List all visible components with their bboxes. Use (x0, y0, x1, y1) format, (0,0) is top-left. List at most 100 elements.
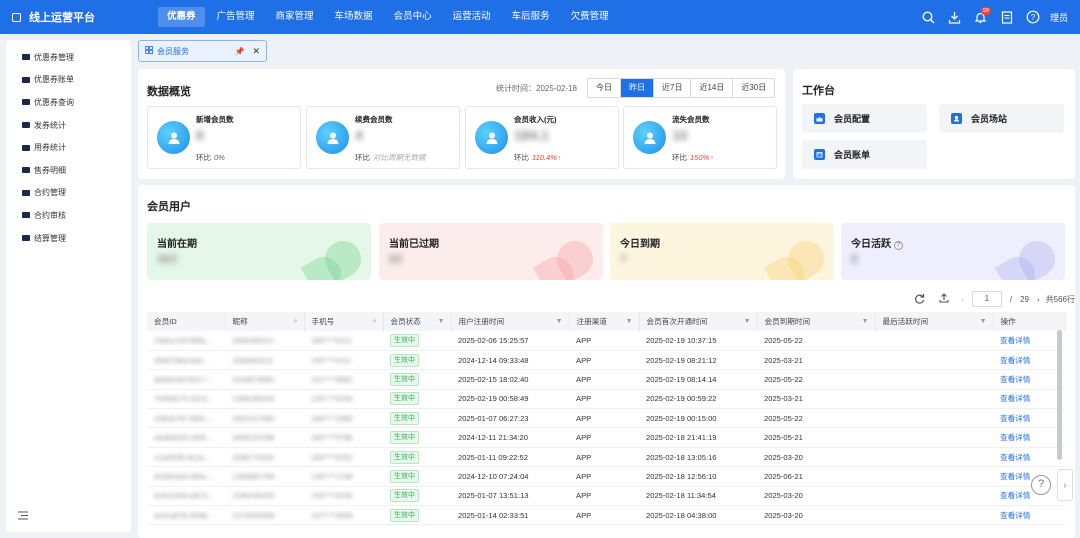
view-detail-link[interactable]: 查看详情 (993, 486, 1065, 507)
table-cell (875, 350, 993, 371)
pin-icon[interactable]: 📌 (234, 47, 244, 56)
table-cell: 2025-02-19 08:14:14 (639, 369, 757, 390)
search-icon[interactable]: ⌕ (294, 318, 298, 326)
page-separator: / (1009, 294, 1013, 304)
filter-icon[interactable]: ▼ (980, 318, 987, 325)
table-cell: 2024-12-11 21:34:20 (451, 427, 569, 448)
summary-card-active: 当前在期 483 (147, 223, 371, 280)
sidebar-item-issue-stats[interactable]: 发券统计 (6, 114, 131, 137)
nav-item-arrears[interactable]: 欠费管理 (562, 7, 618, 27)
help-icon[interactable]: ? (1022, 6, 1044, 28)
search-icon[interactable] (918, 6, 940, 28)
range-30d[interactable]: 近30日 (732, 79, 775, 97)
member-avatar-icon (316, 121, 349, 154)
view-detail-link[interactable]: 查看详情 (993, 466, 1065, 487)
sidebar-item-usage-stats[interactable]: 用券统计 (6, 136, 131, 159)
table-cell: 2025-01-11 09:22:52 (451, 447, 569, 468)
col-nickname[interactable]: 昵称 ⌕ (225, 312, 305, 331)
refresh-icon[interactable] (914, 293, 925, 306)
bell-icon[interactable]: 99 (970, 6, 992, 28)
table-cell: 180****1580 (304, 408, 383, 429)
status-badge: 生效中 (390, 489, 419, 503)
table-cell: ac41a07b-453b... (147, 505, 225, 526)
table-cell: 29d1e126-f68a... (147, 331, 225, 351)
member-users-panel: 会员用户 当前在期 483 当前已过期 83 今日到期 7 今日活跃? 8 ‹ … (138, 185, 1075, 538)
range-14d[interactable]: 近14日 (690, 79, 733, 97)
filter-icon[interactable]: ▼ (626, 318, 633, 325)
stat-trend: 环比 150%↑ (672, 153, 714, 162)
download-icon[interactable] (944, 6, 966, 28)
summary-value: 83 (389, 252, 403, 266)
sidebar-item-sales-detail[interactable]: 售券明细 (6, 159, 131, 182)
search-icon[interactable]: ⌕ (373, 318, 377, 326)
col-first-open-time[interactable]: 会员首次开通时间 ▼ (639, 312, 758, 331)
nav-item-ads[interactable]: 广告管理 (208, 7, 264, 27)
sidebar-item-contract-management[interactable]: 合约管理 (6, 182, 131, 205)
nav-item-operations[interactable]: 运营活动 (444, 7, 500, 27)
table-cell: 2025-03-20 (757, 505, 875, 526)
col-expire-time[interactable]: 会员到期时间 ▼ (757, 312, 876, 331)
sidebar-item-contract-review[interactable]: 合约审核 (6, 204, 131, 227)
filter-icon[interactable]: ▼ (744, 318, 751, 325)
sidebar-item-coupon-management[interactable]: 优惠券管理 (6, 46, 131, 69)
col-member-id: 会员ID (147, 312, 226, 331)
nav-item-member-center[interactable]: 会员中心 (385, 7, 441, 27)
filter-icon[interactable]: ▼ (862, 318, 869, 325)
floating-help-icon[interactable]: ? (1031, 475, 1051, 495)
table-cell: 2025-05-22 (757, 369, 875, 390)
nav-item-merchants[interactable]: 商家管理 (267, 7, 323, 27)
nav-item-after-service[interactable]: 车后服务 (503, 7, 559, 27)
view-detail-link[interactable]: 查看详情 (993, 331, 1065, 351)
view-detail-link[interactable]: 查看详情 (993, 447, 1065, 468)
next-page-icon[interactable]: › (1037, 295, 1040, 304)
prev-page-icon[interactable]: ‹ (961, 295, 964, 304)
view-detail-link[interactable]: 查看详情 (993, 369, 1065, 390)
filter-icon[interactable]: ▼ (556, 318, 563, 325)
export-icon[interactable] (939, 293, 949, 305)
table-scrollbar[interactable] (1057, 330, 1062, 460)
view-detail-link[interactable]: 查看详情 (993, 427, 1065, 448)
table-cell (875, 389, 993, 410)
info-icon[interactable]: ? (894, 241, 903, 250)
status-cell: 生效中 (383, 505, 451, 526)
page-input[interactable]: 1 (971, 291, 1002, 307)
filter-icon[interactable]: ▼ (438, 318, 445, 325)
member-avatar-icon (633, 121, 666, 154)
stat-time: 统计时间：2025-02-18 (496, 84, 577, 93)
chevron-right-icon[interactable]: › (1057, 469, 1073, 501)
sidebar-item-settlement[interactable]: 结算管理 (6, 227, 131, 250)
stat-trend: 环比 对比周期无数据 (355, 153, 426, 162)
tab-member-service[interactable]: 会员服务 📌 ✕ (138, 40, 267, 62)
sidebar-item-coupon-bill[interactable]: 优惠券账单 (6, 69, 131, 92)
summary-label: 今日活跃? (851, 235, 903, 250)
col-phone[interactable]: 手机号 ⌕ (304, 312, 384, 331)
member-bill-button[interactable]: 会员账单 (802, 140, 927, 169)
col-register-time[interactable]: 用户注册时间 ▼ (451, 312, 570, 331)
table-cell: 2025-02-18 21:41:19 (639, 427, 757, 448)
range-yesterday[interactable]: 昨日 (620, 79, 653, 97)
view-detail-link[interactable]: 查看详情 (993, 389, 1065, 410)
range-7d[interactable]: 近7日 (653, 79, 691, 97)
sidebar-item-coupon-query[interactable]: 优惠券查询 (6, 91, 131, 114)
table-cell: APP (569, 466, 639, 487)
nav-item-parking-data[interactable]: 车场数据 (326, 7, 382, 27)
table-cell: 7e05d274-32c0... (147, 389, 225, 410)
table-row: a5ab4026-293f... 1804215788 180****5788 生效中… (147, 427, 1065, 448)
col-last-active[interactable]: 最后活跃时间 ▼ (875, 312, 994, 331)
range-today[interactable]: 今日 (588, 79, 620, 97)
view-detail-link[interactable]: 查看详情 (993, 408, 1065, 429)
user-name[interactable]: 理员 (1050, 11, 1068, 24)
view-detail-link[interactable]: 查看详情 (993, 350, 1065, 371)
nav-item-coupon[interactable]: 优惠券 (158, 7, 205, 27)
view-detail-link[interactable]: 查看详情 (993, 505, 1065, 526)
table-cell: 183****5252 (304, 447, 383, 468)
table-cell: 151****4682 (304, 369, 383, 390)
member-station-button[interactable]: 会员场站 (939, 104, 1064, 133)
member-config-button[interactable]: 会员配置 (802, 104, 927, 133)
collapse-menu-icon[interactable] (18, 511, 28, 522)
col-channel[interactable]: 注册渠道 ▼ (569, 312, 640, 331)
col-status[interactable]: 会员状态 ▼ (383, 312, 452, 331)
status-badge: 生效中 (390, 411, 419, 425)
document-icon[interactable] (996, 6, 1018, 28)
close-icon[interactable]: ✕ (252, 46, 260, 57)
